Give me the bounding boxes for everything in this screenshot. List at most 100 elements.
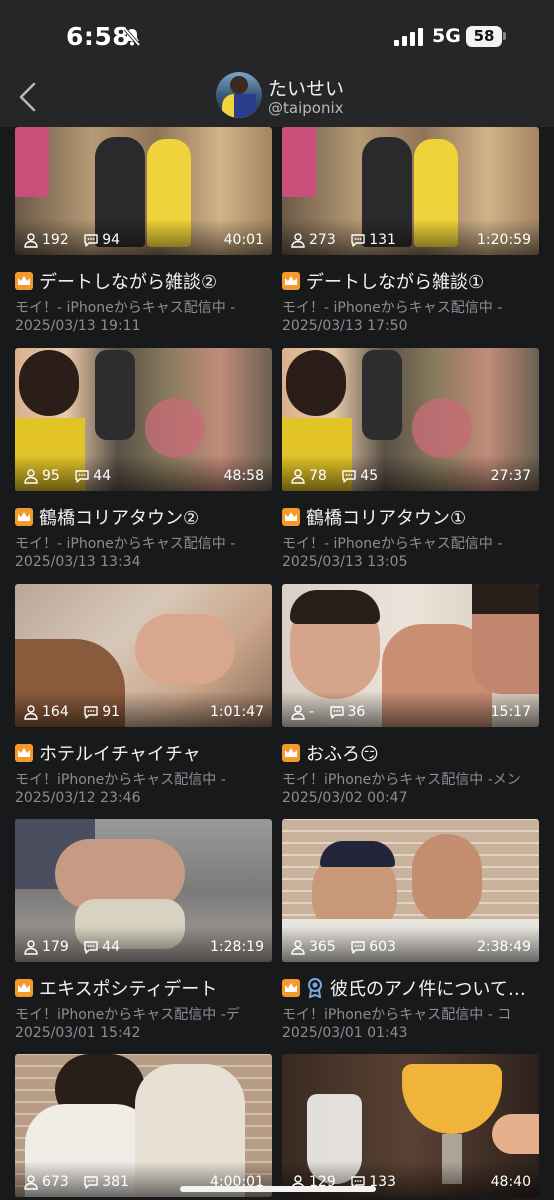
bell-slash-icon: [123, 27, 141, 47]
comment-icon: [342, 470, 356, 483]
comment-count: 44: [93, 468, 112, 484]
video-stats: 192 94 40:01: [23, 232, 264, 250]
viewer-icon: [24, 705, 38, 720]
viewer-count: 95: [42, 468, 60, 484]
status-time: 6:58: [66, 22, 131, 51]
video-date: 2025/03/12 23:46: [15, 790, 141, 806]
video-date: 2025/03/01 15:42: [15, 1025, 141, 1041]
viewer-icon: [24, 940, 38, 955]
medal-icon: [308, 978, 322, 998]
comment-count: 94: [102, 232, 121, 248]
comment-icon: [84, 234, 98, 247]
video-source: モイ！- iPhoneからキャス配信中 -: [282, 300, 503, 316]
crown-icon: [282, 979, 300, 997]
video-duration: 27:37: [490, 468, 531, 484]
viewer-count: 192: [42, 232, 69, 248]
comment-icon: [84, 941, 98, 954]
video-card[interactable]: 273 131 1:20:59 デートしながら雑談① モイ！- iPhoneから…: [282, 127, 539, 337]
video-date: 2025/03/13 13:05: [282, 554, 408, 570]
viewer-icon: [291, 940, 305, 955]
video-source: モイ！- iPhoneからキャス配信中 -: [282, 536, 503, 552]
back-chevron-icon[interactable]: [14, 80, 44, 114]
video-date: 2025/03/01 01:43: [282, 1025, 408, 1041]
video-title-row[interactable]: デートしながら雑談②: [15, 268, 277, 292]
video-stats: 365 603 2:38:49: [290, 939, 531, 957]
home-indicator[interactable]: [180, 1186, 376, 1192]
user-name[interactable]: たいせい: [268, 74, 344, 101]
video-thumbnail[interactable]: 192 94 40:01: [15, 127, 272, 255]
crown-icon: [15, 979, 33, 997]
crown-icon: [15, 744, 33, 762]
comment-count: 381: [102, 1174, 129, 1190]
video-card[interactable]: 129 133 48:40: [282, 1054, 539, 1200]
video-title-row[interactable]: 彼氏のアノ件について…: [282, 975, 544, 999]
video-card[interactable]: 78 45 27:37 鶴橋コリアタウン① モイ！- iPhoneからキャス配信…: [282, 348, 539, 573]
video-stats: 273 131 1:20:59: [290, 232, 531, 250]
video-thumbnail[interactable]: 179 44 1:28:19: [15, 819, 272, 962]
avatar[interactable]: [216, 72, 262, 118]
video-source: モイ！iPhoneからキャス配信中 -メン: [282, 772, 521, 788]
viewer-icon: [291, 469, 305, 484]
video-source: モイ！iPhoneからキャス配信中 -デ: [15, 1007, 240, 1023]
video-title-row[interactable]: デートしながら雑談①: [282, 268, 544, 292]
video-card[interactable]: 365 603 2:38:49 彼氏のアノ件について… モイ！iPhoneからキ…: [282, 819, 539, 1044]
comment-icon: [351, 234, 365, 247]
video-thumbnail[interactable]: 673 381 4:00:01: [15, 1054, 272, 1197]
video-thumbnail[interactable]: 95 44 48:58: [15, 348, 272, 491]
video-card[interactable]: - 36 15:17 おふろ😏 モイ！iPhoneからキャス配信中 -メン 20…: [282, 584, 539, 809]
video-title: 鶴橋コリアタウン②: [39, 508, 200, 528]
video-stats: - 36 15:17: [290, 704, 531, 722]
video-title-row[interactable]: 鶴橋コリアタウン②: [15, 504, 277, 528]
comment-count: 131: [369, 232, 396, 248]
profile-header: たいせい @taiponix: [0, 72, 554, 127]
video-date: 2025/03/13 19:11: [15, 318, 141, 334]
crown-icon: [282, 744, 300, 762]
video-thumbnail[interactable]: 365 603 2:38:49: [282, 819, 539, 962]
video-thumbnail[interactable]: 164 91 1:01:47: [15, 584, 272, 727]
viewer-icon: [24, 469, 38, 484]
video-card[interactable]: 164 91 1:01:47 ホテルイチャイチャ モイ！iPhoneからキャス配…: [15, 584, 272, 809]
comment-icon: [351, 941, 365, 954]
video-stats: 95 44 48:58: [23, 468, 264, 486]
comment-icon: [75, 470, 89, 483]
video-thumbnail[interactable]: 129 133 48:40: [282, 1054, 539, 1197]
video-title-row[interactable]: おふろ😏: [282, 740, 544, 764]
video-card[interactable]: 179 44 1:28:19 エキスポシティデート モイ！iPhoneからキャス…: [15, 819, 272, 1044]
video-thumbnail[interactable]: - 36 15:17: [282, 584, 539, 727]
video-card[interactable]: 95 44 48:58 鶴橋コリアタウン② モイ！- iPhoneからキャス配信…: [15, 348, 272, 573]
viewer-count: 365: [309, 939, 336, 955]
network-type: 5G: [432, 25, 461, 47]
video-thumbnail[interactable]: 273 131 1:20:59: [282, 127, 539, 255]
video-title: デートしながら雑談①: [306, 272, 485, 292]
video-title-row[interactable]: ホテルイチャイチャ: [15, 740, 277, 764]
video-duration: 1:28:19: [210, 939, 264, 955]
video-stats: 78 45 27:37: [290, 468, 531, 486]
crown-icon: [282, 508, 300, 526]
video-duration: 1:20:59: [477, 232, 531, 248]
viewer-count: -: [309, 704, 315, 720]
viewer-icon: [24, 1175, 38, 1190]
crown-icon: [15, 272, 33, 290]
video-stats: 164 91 1:01:47: [23, 704, 264, 722]
video-title-row[interactable]: 鶴橋コリアタウン①: [282, 504, 544, 528]
video-card[interactable]: 673 381 4:00:01: [15, 1054, 272, 1200]
comment-count: 45: [360, 468, 379, 484]
user-handle: @taiponix: [268, 99, 344, 117]
video-title: デートしながら雑談②: [39, 272, 218, 292]
video-title-row[interactable]: エキスポシティデート: [15, 975, 277, 999]
video-thumbnail[interactable]: 78 45 27:37: [282, 348, 539, 491]
comment-count: 44: [102, 939, 121, 955]
video-title: エキスポシティデート: [39, 979, 218, 999]
video-duration: 2:38:49: [477, 939, 531, 955]
video-duration: 48:40: [490, 1174, 531, 1190]
video-title: 彼氏のアノ件について…: [330, 979, 526, 999]
viewer-icon: [24, 233, 38, 248]
comment-icon: [329, 706, 344, 719]
comment-icon: [84, 706, 98, 719]
viewer-icon: [291, 705, 305, 720]
crown-icon: [15, 508, 33, 526]
battery-icon: 58: [466, 26, 502, 47]
video-card[interactable]: 192 94 40:01 デートしながら雑談② モイ！- iPhoneからキャス…: [15, 127, 272, 337]
viewer-count: 164: [42, 704, 69, 720]
comment-count: 91: [102, 704, 121, 720]
